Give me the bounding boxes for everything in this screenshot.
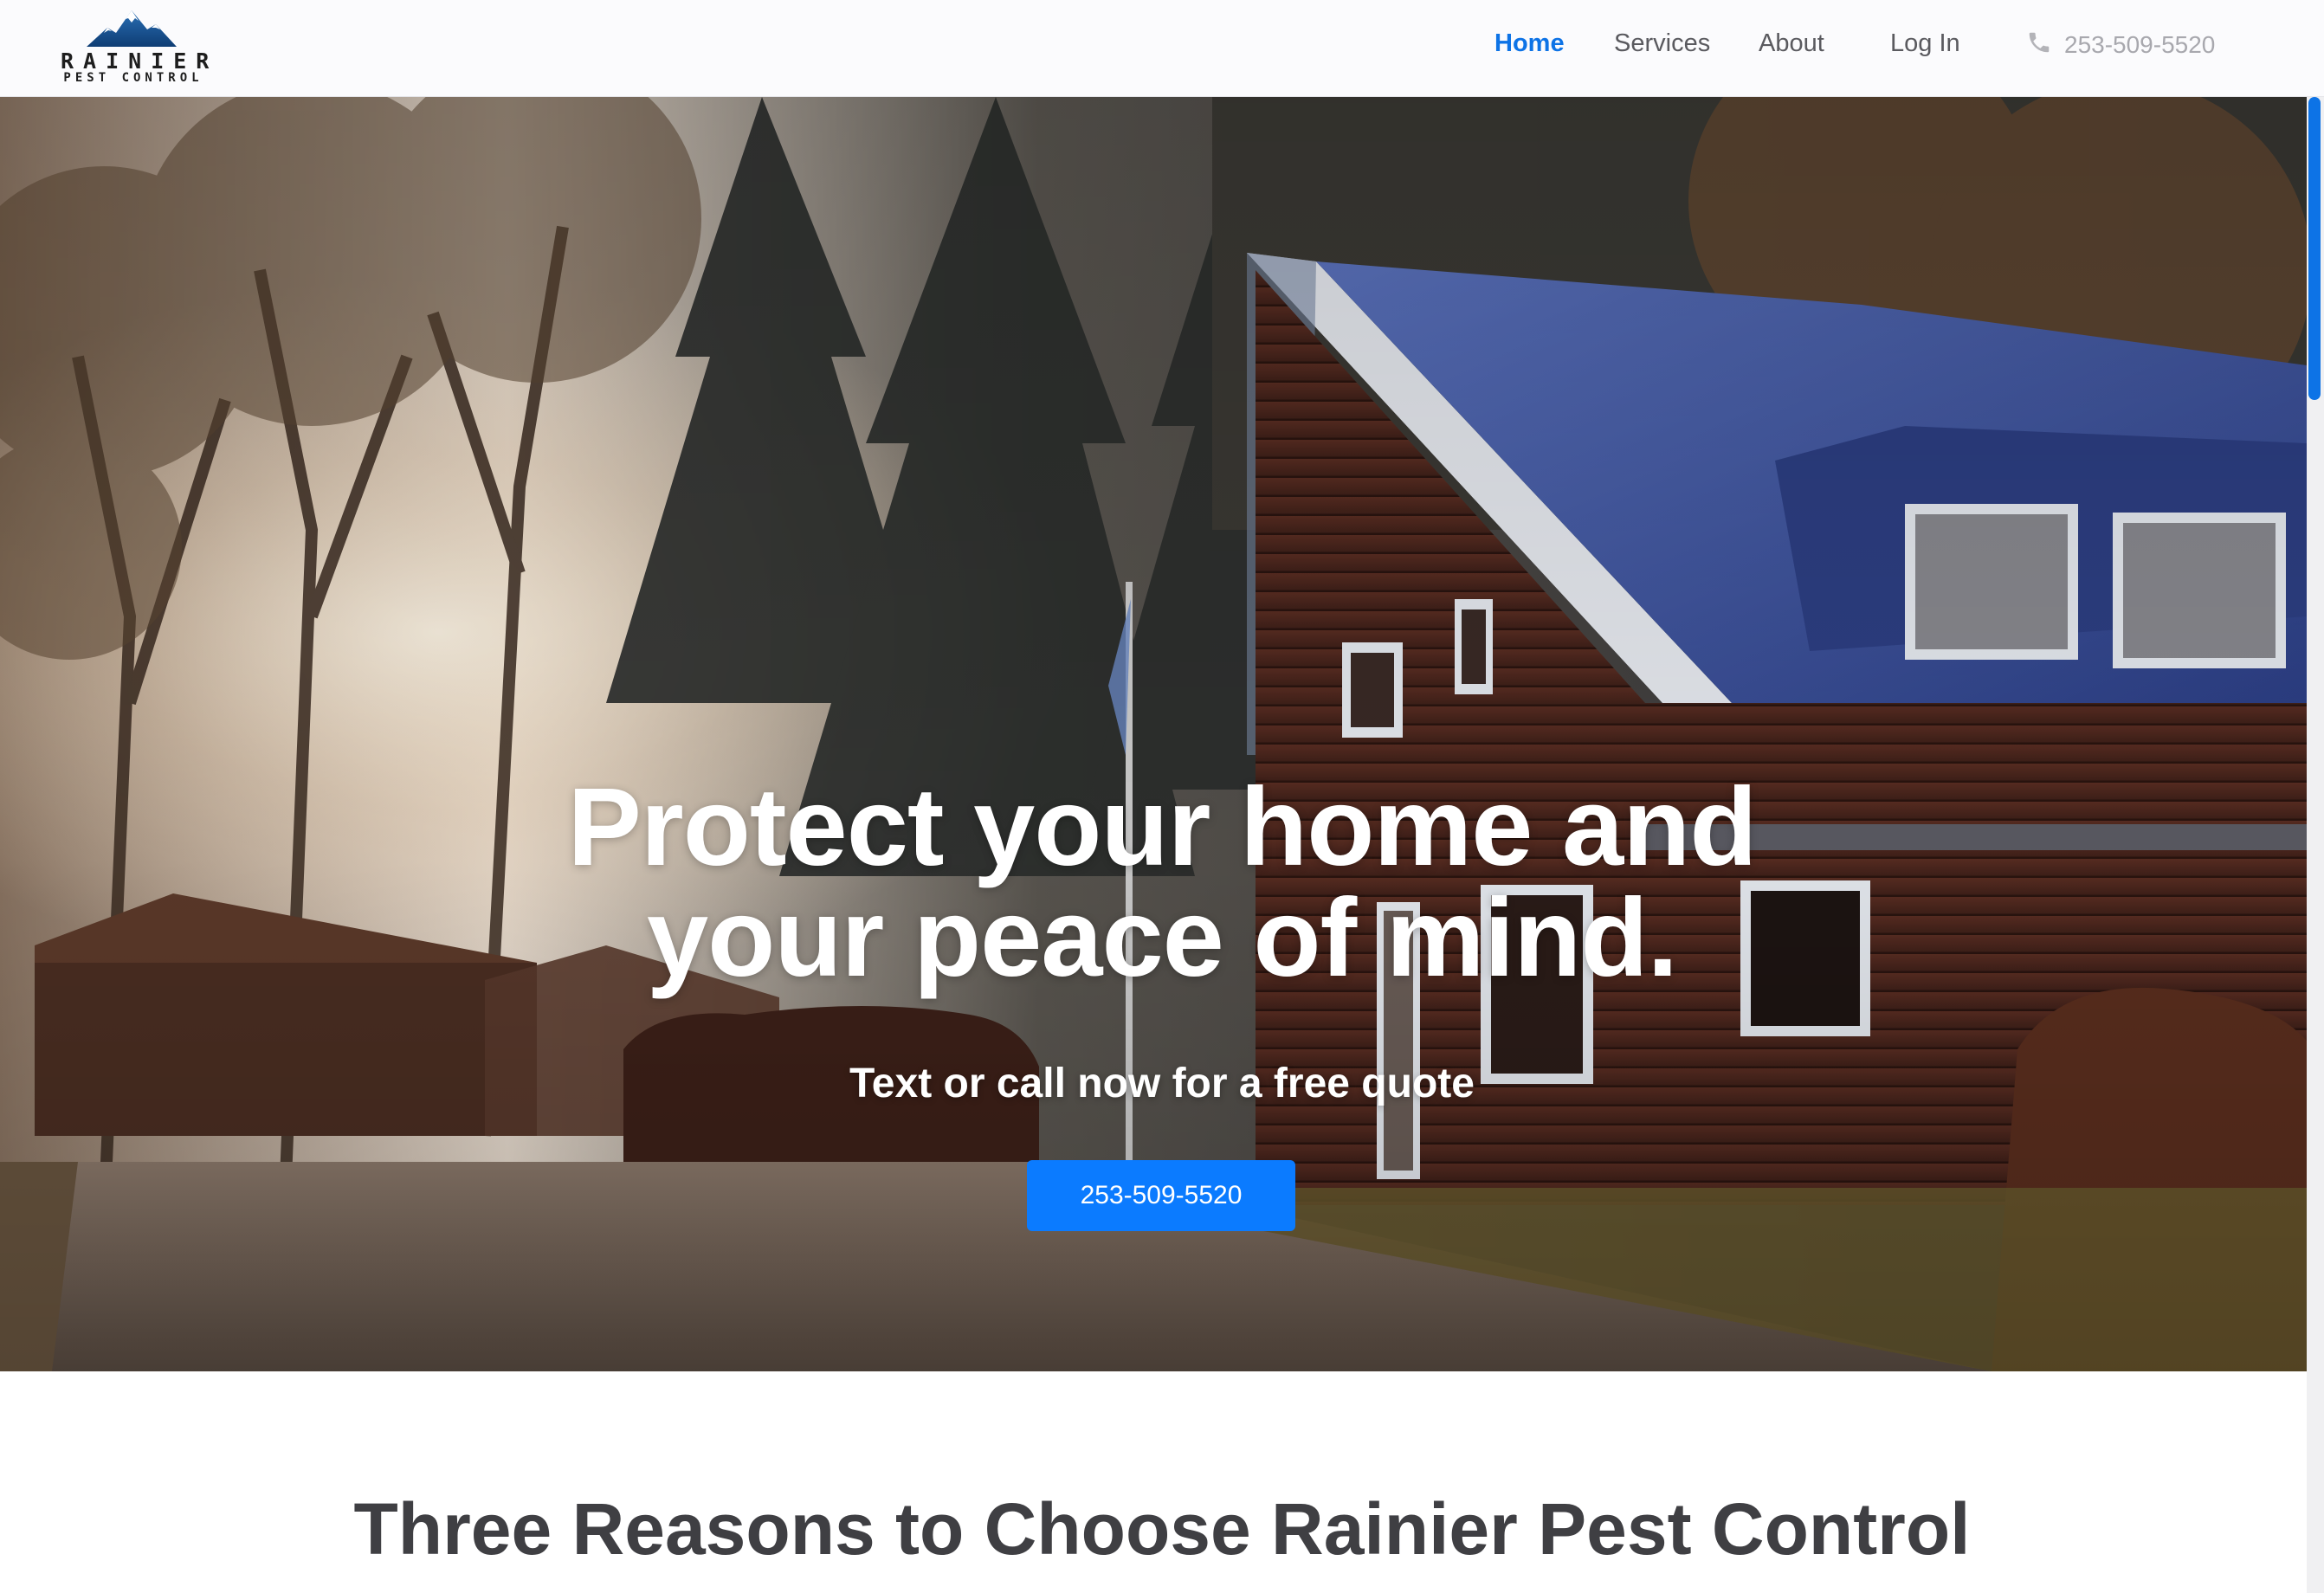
main-nav: Home Services About Log In 253-509-5520 bbox=[0, 0, 2324, 90]
page-scrollbar[interactable] bbox=[2307, 97, 2324, 1593]
nav-login-link[interactable]: Log In bbox=[1890, 29, 1960, 58]
hero-title: Protect your home and your peace of mind… bbox=[0, 772, 2307, 994]
call-now-button[interactable]: 253-509-5520 bbox=[1027, 1160, 1295, 1231]
phone-icon bbox=[2029, 32, 2050, 53]
nav-phone-link[interactable]: 253-509-5520 bbox=[2026, 29, 2215, 59]
nav-services-link[interactable]: Services bbox=[1614, 29, 1710, 58]
hero-title-text: Protect your home and your peace of mind… bbox=[567, 765, 1758, 1000]
nav-home-link[interactable]: Home bbox=[1494, 29, 1565, 58]
scrollbar-thumb[interactable] bbox=[2308, 97, 2321, 400]
site-header: RAINIER PEST CONTROL Home Services About… bbox=[0, 0, 2324, 97]
reasons-heading: Three Reasons to Choose Rainier Pest Con… bbox=[353, 1488, 1971, 1570]
nav-phone-number: 253-509-5520 bbox=[2064, 31, 2216, 58]
hero-subtitle: Text or call now for a free quote bbox=[849, 1061, 1475, 1106]
nav-about-link[interactable]: About bbox=[1759, 29, 1824, 58]
hero-section: Protect your home and your peace of mind… bbox=[0, 97, 2307, 1371]
